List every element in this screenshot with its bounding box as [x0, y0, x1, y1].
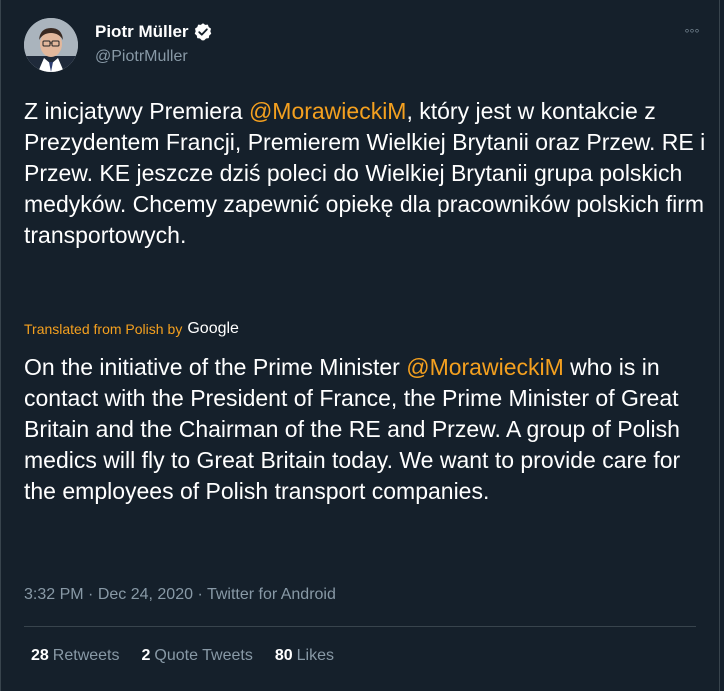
quote-tweets-label: Quote Tweets	[154, 647, 253, 664]
avatar[interactable]	[24, 18, 78, 72]
tweet-time[interactable]: 3:32 PM	[24, 586, 84, 603]
more-options-icon[interactable]: ◦◦◦	[679, 22, 705, 42]
retweets-stat[interactable]: 28 Retweets	[31, 647, 120, 665]
author-display-name[interactable]: Piotr Müller	[95, 22, 189, 42]
quote-tweets-count: 2	[141, 647, 151, 664]
tweet-text: Z inicjatywy Premiera @MorawieckiM, któr…	[24, 96, 714, 251]
translation-notice: Translated from Polish by Google	[24, 320, 239, 338]
mention-link[interactable]: @MorawieckiM	[249, 98, 407, 124]
verified-badge-icon	[193, 22, 213, 42]
translated-text-part1: On the initiative of the Prime Minister	[24, 354, 407, 380]
author-handle[interactable]: @PiotrMuller	[95, 48, 188, 66]
tweet-date[interactable]: Dec 24, 2020	[98, 586, 193, 603]
tweet-stats: 28 Retweets 2 Quote Tweets 80 Likes	[31, 647, 334, 665]
likes-count: 80	[274, 647, 293, 664]
likes-stat[interactable]: 80 Likes	[275, 647, 334, 665]
meta-separator-2: ·	[193, 586, 207, 603]
tweet-text-part1: Z inicjatywy Premiera	[24, 98, 249, 124]
tweet-source[interactable]: Twitter for Android	[207, 586, 336, 603]
translated-mention-link[interactable]: @MorawieckiM	[406, 354, 564, 380]
meta-separator: ·	[83, 586, 98, 603]
translation-by: by	[167, 321, 183, 337]
translation-label[interactable]: Translated from Polish	[24, 321, 164, 337]
likes-label: Likes	[296, 647, 334, 664]
retweets-count: 28	[31, 647, 49, 664]
avatar-image	[24, 18, 78, 72]
translated-text: On the initiative of the Prime Minister …	[24, 352, 714, 507]
divider	[24, 626, 696, 627]
google-logo: Google	[187, 320, 239, 337]
tweet-meta: 3:32 PM · Dec 24, 2020 · Twitter for And…	[24, 586, 336, 604]
tweet-card: Piotr Müller @PiotrMuller ◦◦◦ Z inicjaty…	[0, 0, 720, 691]
quote-tweets-stat[interactable]: 2 Quote Tweets	[142, 647, 253, 665]
retweets-label: Retweets	[52, 647, 120, 664]
author-name[interactable]: Piotr Müller	[95, 22, 213, 42]
